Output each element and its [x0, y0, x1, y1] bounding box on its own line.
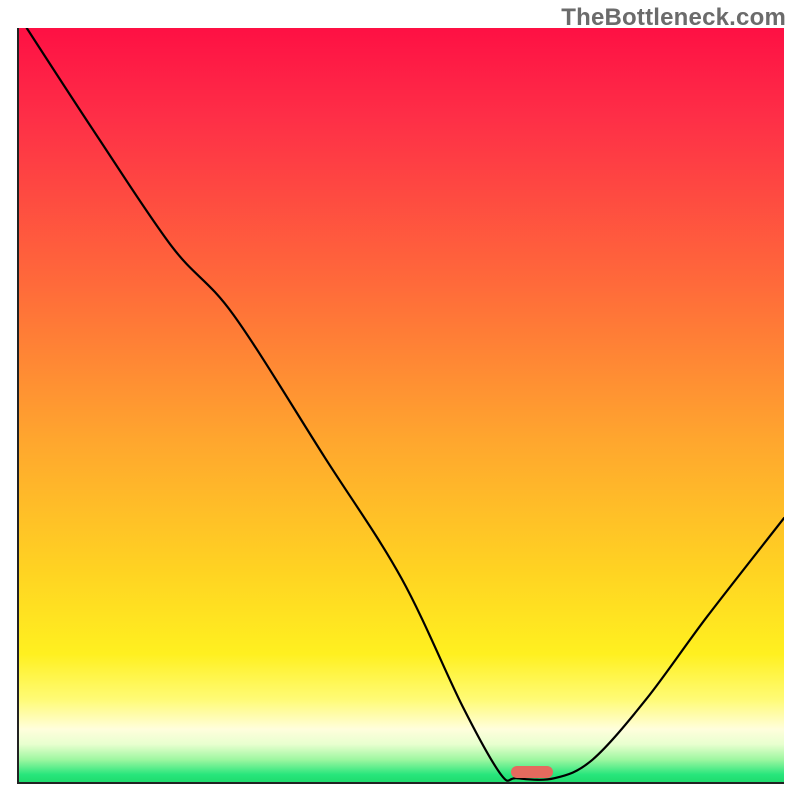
watermark-text: TheBottleneck.com — [561, 4, 786, 32]
bottleneck-curve-path — [27, 28, 784, 781]
bottleneck-chart: TheBottleneck.com — [0, 0, 800, 800]
plot-area — [17, 28, 784, 784]
plot-inner — [19, 28, 784, 782]
x-axis — [17, 782, 784, 784]
optimal-marker — [511, 766, 553, 778]
curve-layer — [19, 28, 784, 782]
